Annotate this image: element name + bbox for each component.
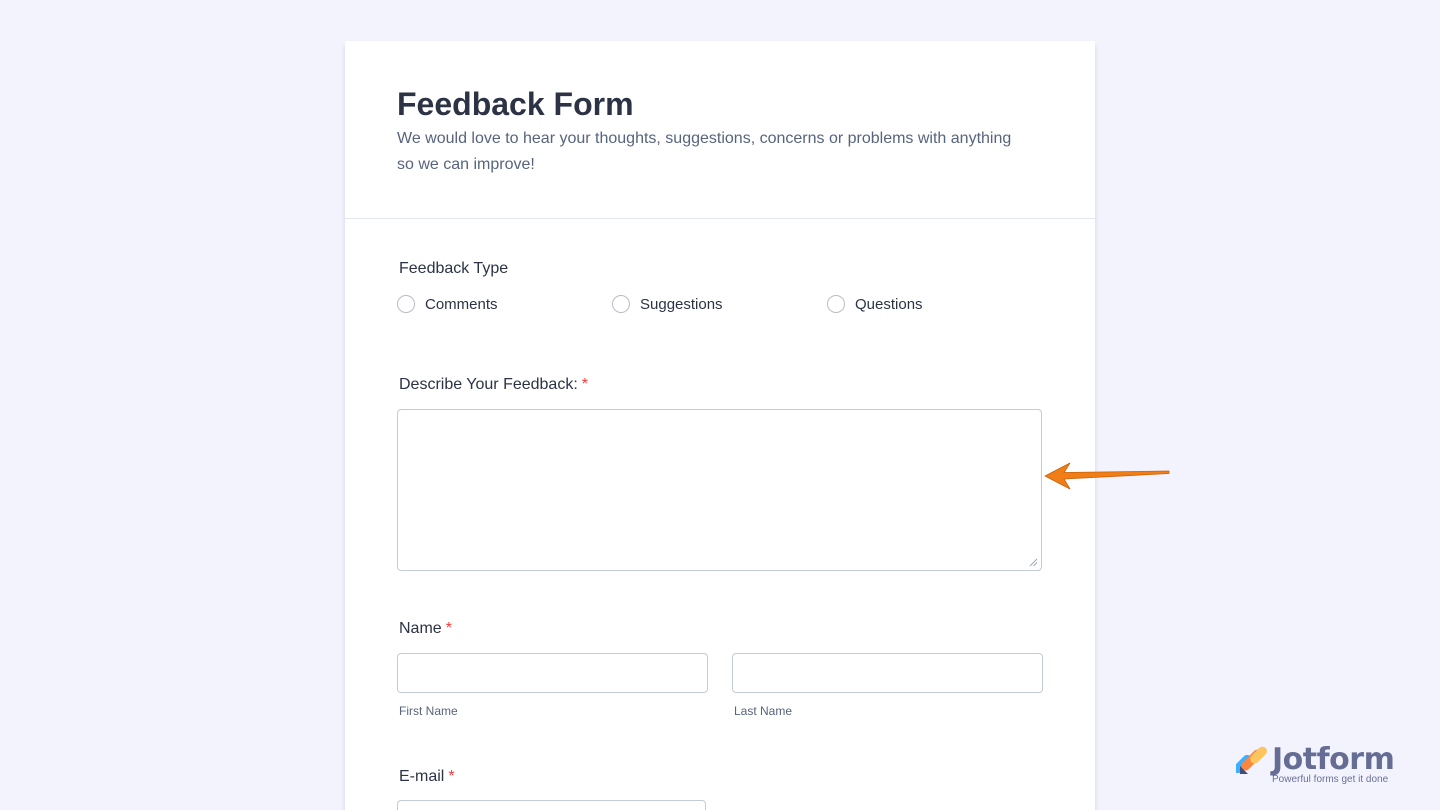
radio-label-comments: Comments — [425, 295, 498, 313]
feedback-type-label-text: Feedback Type — [399, 260, 509, 277]
first-name-input[interactable] — [397, 653, 708, 693]
feedback-textarea[interactable] — [397, 409, 1042, 571]
radio-option-comments[interactable]: Comments — [397, 293, 498, 315]
form-card: Feedback Form We would love to hear your… — [345, 41, 1095, 810]
brand-tagline: Powerful forms get it done — [1272, 774, 1389, 785]
radio-button-suggestions[interactable] — [612, 295, 630, 313]
describe-feedback-label: Describe Your Feedback: * — [399, 375, 588, 395]
required-asterisk: * — [445, 620, 452, 637]
radio-option-questions[interactable]: Questions — [827, 293, 923, 315]
name-label-text: Name — [399, 620, 442, 637]
name-label: Name * — [399, 619, 452, 639]
form-subtitle: We would love to hear your thoughts, sug… — [397, 130, 1012, 173]
radio-button-comments[interactable] — [397, 295, 415, 313]
feedback-type-label: Feedback Type — [399, 259, 508, 279]
first-name-sublabel: First Name — [399, 704, 458, 718]
jotform-logo-icon — [1236, 746, 1267, 774]
page: Feedback Form We would love to hear your… — [0, 0, 1440, 810]
form-header: Feedback Form We would love to hear your… — [397, 85, 1037, 178]
brand-name: Jotform — [1272, 742, 1395, 777]
radio-button-questions[interactable] — [827, 295, 845, 313]
required-asterisk: * — [581, 376, 589, 393]
resize-grip-icon[interactable] — [1029, 558, 1037, 566]
describe-feedback-label-text: Describe Your Feedback: — [399, 376, 578, 393]
email-label-text: E-mail — [399, 768, 445, 785]
email-input[interactable] — [397, 800, 706, 810]
email-label: E-mail * — [399, 767, 455, 787]
radio-label-suggestions: Suggestions — [640, 295, 723, 313]
form-title: Feedback Form — [397, 86, 634, 122]
radio-option-suggestions[interactable]: Suggestions — [612, 293, 723, 315]
jotform-branding[interactable]: Jotform Powerful forms get it done — [1236, 742, 1406, 788]
arrow-left-icon — [1044, 462, 1170, 490]
radio-label-questions: Questions — [855, 295, 923, 313]
required-asterisk: * — [448, 768, 455, 785]
last-name-input[interactable] — [732, 653, 1043, 693]
header-divider — [345, 218, 1095, 219]
last-name-sublabel: Last Name — [734, 704, 793, 718]
